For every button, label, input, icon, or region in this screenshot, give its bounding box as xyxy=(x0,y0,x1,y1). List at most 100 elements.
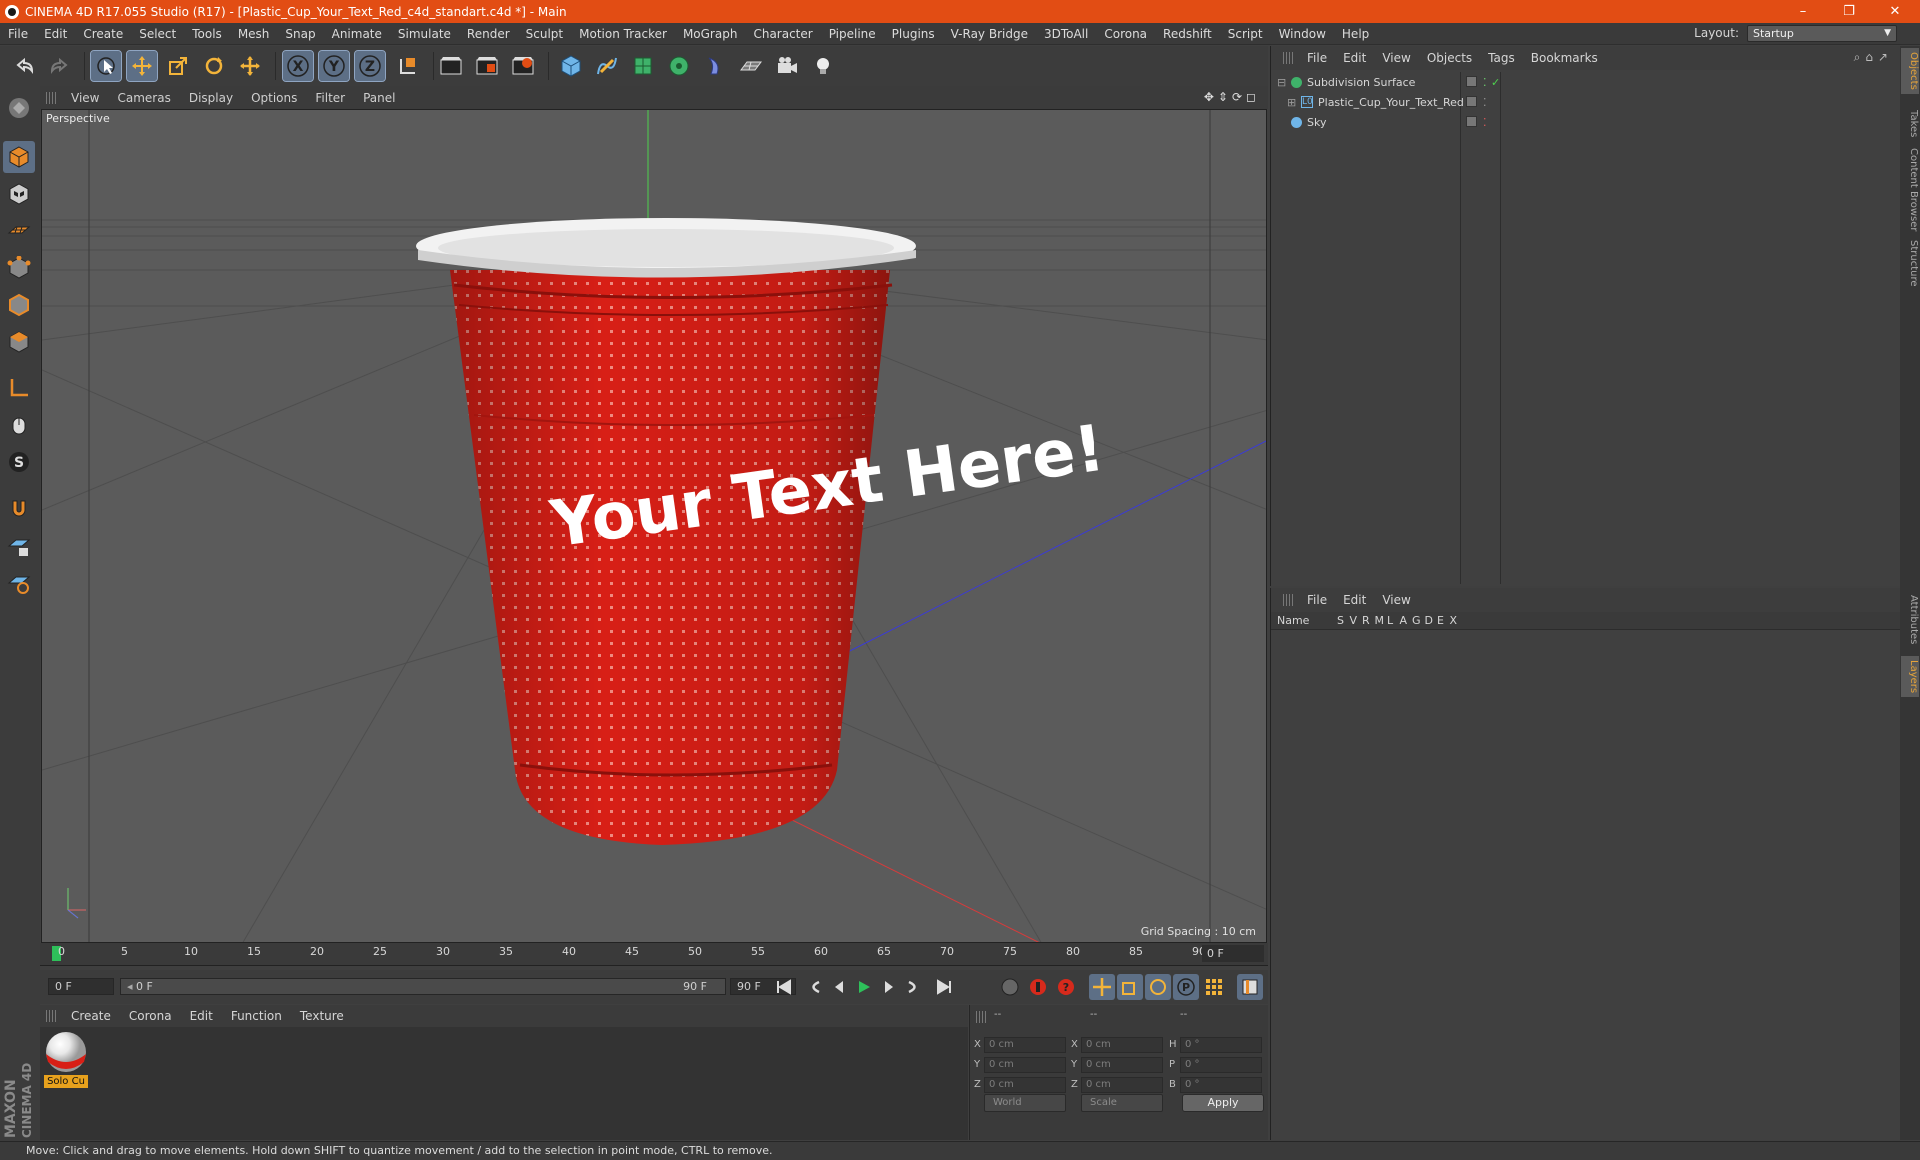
layers-menu-file[interactable]: File xyxy=(1299,593,1335,607)
layer-column-d[interactable]: D xyxy=(1425,612,1433,630)
close-button[interactable]: ✕ xyxy=(1872,0,1918,23)
material-menu-create[interactable]: Create xyxy=(62,1009,120,1023)
deformer-icon[interactable] xyxy=(700,51,730,81)
play-button-icon[interactable] xyxy=(851,974,877,1000)
visibility-dot-icon[interactable]: ⁚ xyxy=(1483,93,1487,112)
viewport-menu-options[interactable]: Options xyxy=(242,91,306,105)
make-editable-icon[interactable] xyxy=(3,92,35,124)
material-menu-function[interactable]: Function xyxy=(222,1009,291,1023)
objects-menu-tags[interactable]: Tags xyxy=(1480,51,1523,65)
layers-menu-view[interactable]: View xyxy=(1374,593,1418,607)
next-frame-icon[interactable] xyxy=(876,974,902,1000)
menu-select[interactable]: Select xyxy=(131,27,184,41)
menu-edit[interactable]: Edit xyxy=(36,27,75,41)
panel-grip-icon[interactable] xyxy=(46,1010,56,1022)
panel-grip-icon[interactable] xyxy=(1283,52,1293,64)
polygons-mode-icon[interactable] xyxy=(3,326,35,358)
start-frame-field[interactable]: 0 F xyxy=(48,978,114,995)
rotation-p-field[interactable]: 0 ° xyxy=(1180,1057,1262,1073)
panel-grip-icon[interactable] xyxy=(1283,594,1293,606)
menu-character[interactable]: Character xyxy=(745,27,820,41)
key-pla-icon[interactable] xyxy=(1201,974,1227,1000)
material-menu-texture[interactable]: Texture xyxy=(291,1009,353,1023)
coordinate-system-icon[interactable] xyxy=(393,51,423,81)
rotation-h-field[interactable]: 0 ° xyxy=(1180,1037,1262,1053)
layer-name-column[interactable]: Name xyxy=(1277,614,1309,627)
menu-animate[interactable]: Animate xyxy=(324,27,390,41)
visibility-dot-icon[interactable]: ⁚ xyxy=(1483,113,1487,132)
layers-menu-edit[interactable]: Edit xyxy=(1335,593,1374,607)
size-z-field[interactable]: 0 cm xyxy=(1081,1077,1163,1093)
size-mode-select[interactable]: Scale xyxy=(1081,1094,1163,1112)
menu-snap[interactable]: Snap xyxy=(277,27,323,41)
timeline-window-icon[interactable] xyxy=(1237,974,1263,1000)
snap-icon[interactable]: S xyxy=(3,446,35,478)
layer-column-r[interactable]: R xyxy=(1362,612,1370,630)
expand-icon[interactable]: ⊞ xyxy=(1287,93,1296,112)
material-menu-corona[interactable]: Corona xyxy=(120,1009,181,1023)
spline-pen-icon[interactable] xyxy=(592,51,622,81)
key-parameter-icon[interactable]: P xyxy=(1173,974,1199,1000)
layer-icon[interactable] xyxy=(1466,76,1477,87)
edges-mode-icon[interactable] xyxy=(3,289,35,321)
render-settings-icon[interactable] xyxy=(508,51,538,81)
move-tool-icon[interactable] xyxy=(126,50,158,82)
scale-tool-icon[interactable] xyxy=(163,51,193,81)
y-axis-lock-icon[interactable]: Y xyxy=(318,50,350,82)
render-to-picture-viewer-icon[interactable] xyxy=(472,51,502,81)
go-to-end-icon[interactable] xyxy=(931,974,957,1000)
key-position-icon[interactable] xyxy=(1089,974,1115,1000)
objects-menu-objects[interactable]: Objects xyxy=(1419,51,1480,65)
menu-mograph[interactable]: MoGraph xyxy=(675,27,746,41)
objects-menu-edit[interactable]: Edit xyxy=(1335,51,1374,65)
rotate-tool-icon[interactable] xyxy=(199,51,229,81)
light-icon[interactable] xyxy=(808,51,838,81)
material-swatch[interactable]: Solo Cu xyxy=(44,1030,88,1090)
points-mode-icon[interactable] xyxy=(3,252,35,284)
menu-mesh[interactable]: Mesh xyxy=(230,27,278,41)
material-menu-edit[interactable]: Edit xyxy=(181,1009,222,1023)
enabled-check-icon[interactable]: ✓ xyxy=(1491,73,1500,92)
menu-create[interactable]: Create xyxy=(75,27,131,41)
menu-redshift[interactable]: Redshift xyxy=(1155,27,1220,41)
layer-icon[interactable] xyxy=(1466,116,1477,127)
collapse-icon[interactable]: ⊟ xyxy=(1277,73,1286,92)
tab-takes[interactable]: Takes xyxy=(1901,106,1919,141)
tab-structure[interactable]: Structure xyxy=(1901,236,1919,291)
coordinate-space-select[interactable]: World xyxy=(984,1094,1066,1112)
menu-corona[interactable]: Corona xyxy=(1096,27,1155,41)
layer-column-g[interactable]: G xyxy=(1412,612,1421,630)
current-frame-field[interactable]: 0 F xyxy=(1202,945,1264,962)
object-row-subdivision-surface[interactable]: ⊟ Subdivision Surface ⁚ ✓ xyxy=(1273,73,1899,92)
menu-help[interactable]: Help xyxy=(1334,27,1377,41)
undo-button[interactable] xyxy=(10,51,40,81)
object-manager-nav-icons[interactable]: ⌕⌂↗ xyxy=(1854,50,1893,65)
menu-window[interactable]: Window xyxy=(1271,27,1334,41)
render-view-icon[interactable] xyxy=(436,51,466,81)
viewport-menu-display[interactable]: Display xyxy=(180,91,242,105)
viewport-navigation-icons[interactable]: ✥⇕⟳◻ xyxy=(1204,90,1260,104)
panel-grip-icon[interactable] xyxy=(46,91,56,104)
objects-menu-view[interactable]: View xyxy=(1374,51,1418,65)
layer-column-m[interactable]: M xyxy=(1375,612,1385,630)
tab-layers[interactable]: Layers xyxy=(1901,656,1919,698)
menu-motion-tracker[interactable]: Motion Tracker xyxy=(571,27,675,41)
transform-tool-icon[interactable] xyxy=(235,51,265,81)
menu-sculpt[interactable]: Sculpt xyxy=(518,27,571,41)
texture-mode-icon[interactable] xyxy=(3,178,35,210)
key-rotation-icon[interactable] xyxy=(1145,974,1171,1000)
layer-column-s[interactable]: S xyxy=(1337,612,1344,630)
layer-icon[interactable] xyxy=(1466,96,1477,107)
rotation-b-field[interactable]: 0 ° xyxy=(1180,1077,1262,1093)
record-keys-icon[interactable] xyxy=(997,974,1023,1000)
axis-mode-icon[interactable] xyxy=(3,372,35,404)
menu-plugins[interactable]: Plugins xyxy=(884,27,943,41)
grid-snap-icon[interactable] xyxy=(3,567,35,599)
layer-column-l[interactable]: L xyxy=(1387,612,1393,630)
camera-name-label[interactable]: Perspective xyxy=(46,112,110,125)
tab-content-browser[interactable]: Content Browser xyxy=(1901,144,1919,235)
frame-range-slider[interactable]: ◂ 0 F 90 F xyxy=(120,978,726,995)
menu-simulate[interactable]: Simulate xyxy=(390,27,459,41)
key-scale-icon[interactable] xyxy=(1117,974,1143,1000)
viewport-menu-filter[interactable]: Filter xyxy=(306,91,354,105)
